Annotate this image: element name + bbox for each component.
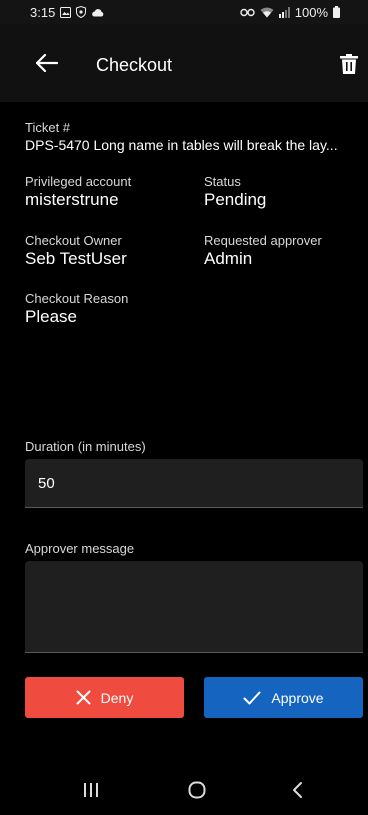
battery-percent: 100% — [294, 4, 328, 20]
privileged-account-label: Privileged account — [25, 174, 132, 189]
app-bar: Checkout — [0, 24, 368, 102]
status-bar: 3:15 100% — [0, 0, 368, 24]
status-left: 3:15 — [30, 5, 104, 20]
status-label: Status — [204, 174, 241, 189]
checkout-reason-label: Checkout Reason — [25, 291, 129, 306]
cloud-icon — [92, 8, 104, 16]
page-title: Checkout — [96, 55, 173, 75]
checkout-owner-field: Checkout Owner Seb TestUser — [25, 233, 127, 269]
approver-message-label: Approver message — [25, 541, 135, 556]
requested-approver-label: Requested approver — [204, 233, 322, 248]
link-icon — [240, 8, 255, 16]
approver-message-input[interactable] — [25, 561, 363, 653]
arrow-left-icon[interactable] — [36, 54, 58, 72]
back-icon[interactable] — [291, 781, 303, 799]
status-value: Pending — [204, 190, 267, 209]
close-icon — [76, 690, 91, 705]
shield-icon — [76, 6, 87, 18]
checkout-reason-field: Checkout Reason Please — [25, 291, 128, 327]
privileged-account-value: misterstrune — [25, 190, 119, 209]
trash-icon[interactable] — [340, 54, 358, 74]
duration-input[interactable]: 50 — [25, 459, 363, 508]
battery-icon — [333, 6, 340, 18]
ticket-value: DPS-5470 Long name in tables will break … — [25, 137, 338, 153]
deny-button-label: Deny — [100, 689, 134, 706]
privileged-account-field: Privileged account misterstrune — [25, 174, 131, 210]
checkout-reason-value: Please — [25, 307, 77, 326]
checkout-owner-label: Checkout Owner — [25, 233, 122, 248]
requested-approver-field: Requested approver Admin — [204, 233, 322, 269]
deny-button[interactable]: Deny — [25, 677, 184, 718]
image-icon — [60, 6, 72, 18]
signal-icon — [278, 6, 290, 18]
clock: 3:15 — [30, 4, 56, 20]
check-icon — [243, 691, 261, 704]
requested-approver-value: Admin — [204, 249, 253, 268]
approve-button-label: Approve — [271, 689, 324, 706]
status-field: Status Pending — [204, 174, 266, 210]
home-icon[interactable] — [188, 781, 206, 799]
ticket-field: Ticket # DPS-5470 Long name in tables wi… — [25, 120, 363, 154]
ticket-label: Ticket # — [25, 120, 71, 135]
duration-value: 50 — [38, 475, 55, 492]
approve-button[interactable]: Approve — [204, 677, 363, 718]
status-right: 100% — [240, 5, 340, 20]
system-nav-bar — [0, 767, 368, 815]
app-screen: 3:15 100% Checkout Ticket # DPS-5470 Lon… — [0, 0, 368, 815]
wifi-icon — [260, 7, 274, 17]
duration-label: Duration (in minutes) — [25, 439, 146, 454]
checkout-owner-value: Seb TestUser — [25, 249, 127, 268]
recent-apps-icon[interactable] — [83, 781, 99, 799]
